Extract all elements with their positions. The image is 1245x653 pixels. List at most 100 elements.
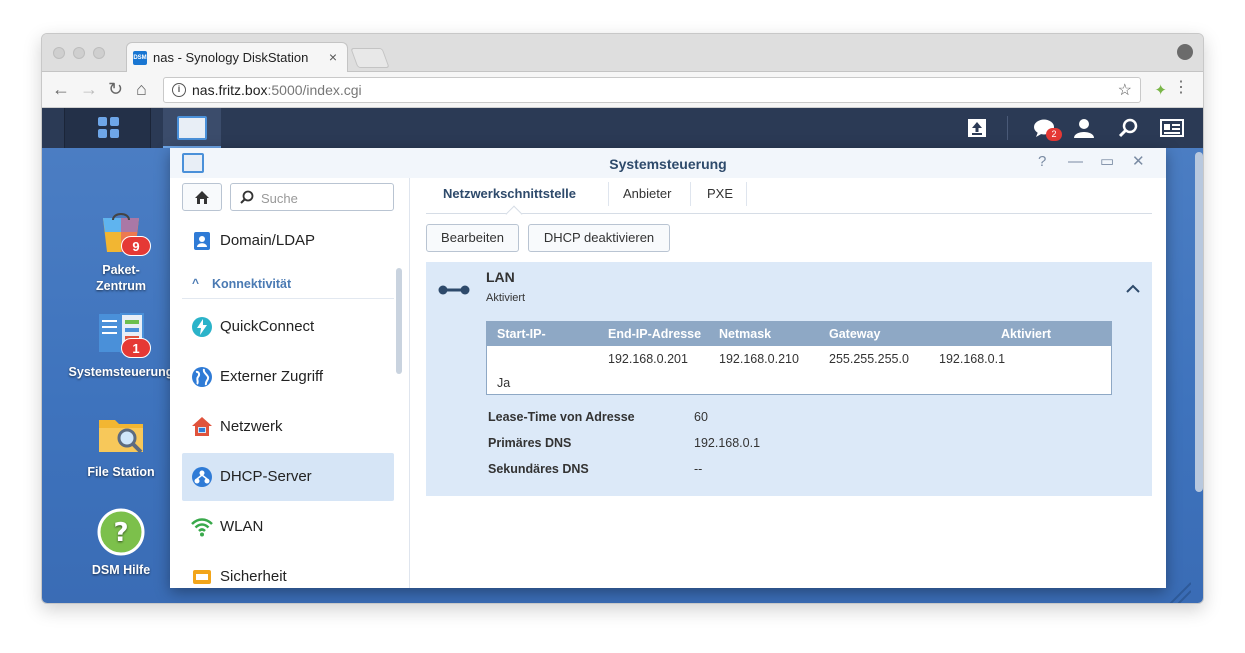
tab-pxe[interactable]: PXE xyxy=(707,186,733,201)
tab-title: nas - Synology DiskStation xyxy=(153,50,309,65)
window-title: Systemsteuerung xyxy=(609,156,727,172)
table-cell: 192.168.0.210 xyxy=(719,352,799,366)
back-arrow-icon[interactable]: ← xyxy=(52,79,70,99)
desktop-icon-control-panel[interactable]: 1 Systemsteuerung xyxy=(66,310,176,380)
dhcp-range-table: Start-IP- End-IP-Adresse Netmask Gateway… xyxy=(486,321,1112,395)
column-header: Start-IP- xyxy=(497,327,546,341)
profile-icon[interactable] xyxy=(1177,44,1193,60)
table-cell: 192.168.0.1 xyxy=(939,352,1006,366)
main-menu-button[interactable] xyxy=(64,108,151,148)
window-header: Systemsteuerung ? — ▭ ✕ xyxy=(170,148,1166,178)
sidebar-item-label: Externer Zugriff xyxy=(220,368,324,385)
svg-text:?: ? xyxy=(113,518,128,548)
close-icon[interactable]: ✕ xyxy=(1132,153,1145,171)
dhcp-icon xyxy=(192,467,212,487)
window-minimize-dot[interactable] xyxy=(73,47,85,59)
help-icon: ? xyxy=(97,508,145,556)
upload-queue-icon[interactable] xyxy=(957,108,997,148)
desktop-icon-label: File Station xyxy=(87,465,155,479)
desktop-icon-label: DSM Hilfe xyxy=(91,563,151,577)
window-zoom-dot[interactable] xyxy=(93,47,105,59)
control-panel-icon xyxy=(177,116,207,140)
package-center-badge: 9 xyxy=(121,236,151,256)
chevron-up-icon[interactable] xyxy=(1126,284,1140,294)
domain-ldap-icon xyxy=(194,232,210,250)
edit-button[interactable]: Bearbeiten xyxy=(426,224,519,252)
desktop-icon-file-station[interactable]: File Station xyxy=(66,410,176,480)
control-panel-icon: 1 xyxy=(97,310,151,358)
desktop-icon-dsm-help[interactable]: ? DSM Hilfe xyxy=(66,508,176,578)
globe-icon xyxy=(192,367,212,387)
taskbar-separator xyxy=(1007,116,1008,140)
sidebar-search-field[interactable]: Suche xyxy=(230,183,394,211)
package-center-icon: 9 xyxy=(97,208,151,256)
sidebar-scrollbar[interactable] xyxy=(396,268,402,374)
sidebar-section-label: Konnektivität xyxy=(212,277,292,291)
secondary-dns-label: Sekundäres DNS xyxy=(488,462,589,476)
sidebar-item-security[interactable]: Sicherheit xyxy=(182,553,394,588)
lan-panel: LAN Aktiviert Start-IP- End-IP-Adresse N… xyxy=(426,262,1152,496)
maximize-icon[interactable]: ▭ xyxy=(1100,153,1114,171)
sidebar-item-network[interactable]: Netzwerk xyxy=(182,403,394,451)
new-tab-button[interactable] xyxy=(350,48,390,68)
sidebar-item-wlan[interactable]: WLAN xyxy=(182,503,394,551)
browser-menu-icon[interactable]: ⋮ xyxy=(1173,79,1189,97)
extension-icon[interactable]: ✦ xyxy=(1154,81,1167,99)
search-placeholder: Suche xyxy=(261,191,298,206)
browser-toolbar: ← → ↻ ⌂ i nas.fritz.box:5000/index.cgi ☆… xyxy=(42,72,1203,108)
user-icon[interactable] xyxy=(1064,108,1104,148)
quickconnect-icon xyxy=(192,317,212,337)
browser-tab[interactable]: DSM nas - Synology DiskStation × xyxy=(126,42,348,73)
column-header: Netmask xyxy=(719,327,772,341)
sidebar-item-label: Netzwerk xyxy=(220,418,283,435)
browser-window: DSM nas - Synology DiskStation × ← → ↻ ⌂… xyxy=(41,33,1204,604)
sidebar-item-external-access[interactable]: Externer Zugriff xyxy=(182,353,394,401)
minimize-icon[interactable]: — xyxy=(1068,153,1083,171)
sidebar-item-label: DHCP-Server xyxy=(220,468,312,485)
address-bar[interactable]: i nas.fritz.box:5000/index.cgi ☆ xyxy=(163,77,1141,103)
taskbar-control-panel[interactable] xyxy=(163,108,221,148)
content-tabs: Netzwerkschnittstelle Anbieter PXE xyxy=(426,178,1152,214)
column-header: Gateway xyxy=(829,327,881,341)
control-panel-badge: 1 xyxy=(121,338,151,358)
reload-icon[interactable]: ↻ xyxy=(108,79,123,99)
tab-network-interface[interactable]: Netzwerkschnittstelle xyxy=(443,186,576,201)
primary-dns-label: Primäres DNS xyxy=(488,436,572,450)
notifications-icon[interactable]: 2 xyxy=(1024,108,1064,148)
desktop-scrollbar[interactable] xyxy=(1195,152,1203,492)
widgets-icon[interactable] xyxy=(1152,108,1192,148)
network-connection-icon xyxy=(438,285,470,295)
search-icon[interactable] xyxy=(1108,108,1148,148)
disable-dhcp-button[interactable]: DHCP deaktivieren xyxy=(528,224,670,252)
wifi-icon xyxy=(191,518,213,537)
tab-close-icon[interactable]: × xyxy=(329,49,337,65)
home-icon[interactable]: ⌂ xyxy=(136,79,147,99)
column-header: Aktiviert xyxy=(1001,327,1052,341)
content-area: Netzwerkschnittstelle Anbieter PXE Bearb… xyxy=(426,178,1152,588)
window-close-dot[interactable] xyxy=(53,47,65,59)
forward-arrow-icon[interactable]: → xyxy=(80,79,98,99)
help-question-icon[interactable]: ? xyxy=(1038,153,1046,171)
tab-provider[interactable]: Anbieter xyxy=(623,186,671,201)
sidebar-item-label: Sicherheit xyxy=(220,568,287,585)
lan-status: Aktiviert xyxy=(486,292,526,304)
home-button[interactable] xyxy=(182,183,222,211)
search-icon xyxy=(240,190,254,204)
security-icon xyxy=(193,570,211,584)
site-info-icon[interactable]: i xyxy=(172,83,186,97)
lease-time-value: 60 xyxy=(694,410,708,424)
table-cell: 255.255.255.0 xyxy=(829,352,909,366)
home-icon xyxy=(195,191,209,204)
sidebar-item-domain-ldap[interactable]: Domain/LDAP xyxy=(182,217,394,265)
sidebar-section-connectivity[interactable]: ^ Konnektivität xyxy=(182,269,394,299)
bookmark-star-icon[interactable]: ☆ xyxy=(1118,80,1132,100)
desktop-icon-label: Systemsteuerung xyxy=(68,365,174,379)
desktop-icon-label: Paket- Zentrum xyxy=(96,263,146,293)
url-text[interactable]: nas.fritz.box:5000/index.cgi xyxy=(192,82,362,98)
sidebar-item-quickconnect[interactable]: QuickConnect xyxy=(182,303,394,351)
column-header: End-IP-Adresse xyxy=(608,327,702,341)
main-menu-icon xyxy=(98,117,120,139)
desktop-icon-package-center[interactable]: 9 Paket- Zentrum xyxy=(66,208,176,294)
sidebar-item-dhcp-server[interactable]: DHCP-Server xyxy=(182,453,394,501)
tab-separator xyxy=(690,182,691,206)
